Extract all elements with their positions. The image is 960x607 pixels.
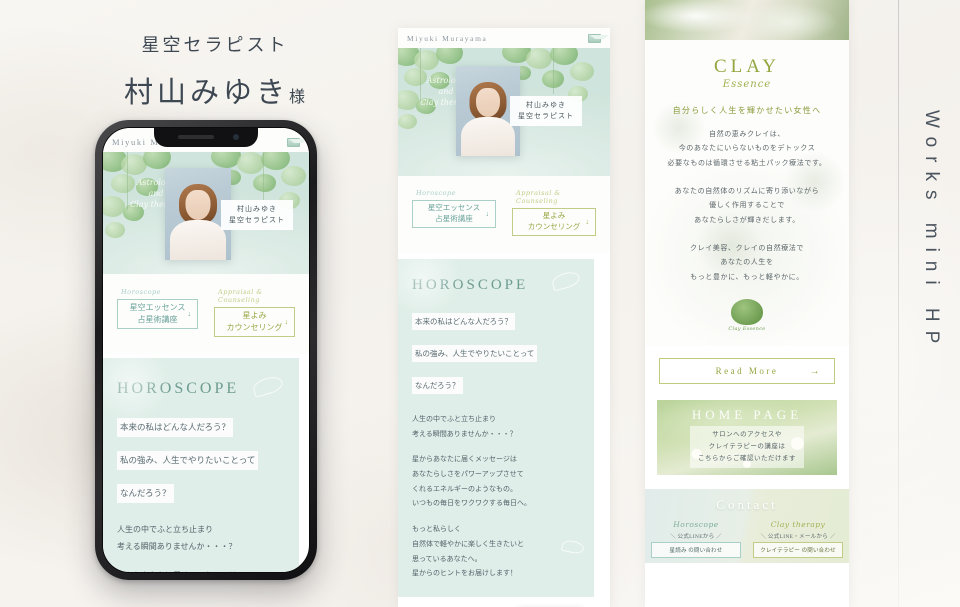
nav-button-counseling-label: 星よみ カウンセリング [226, 311, 283, 332]
clay-essence-logo: Clay Essence [726, 294, 768, 336]
contact-hint-clay: ＼ 公式LINE・メールから ／ [760, 534, 836, 541]
nav-cell-horoscope: Horoscope 星空エッセンス 占星術講座 ↓ [109, 284, 206, 346]
chevron-down-icon: ↓ [187, 309, 192, 318]
clay-body-2: あなたの自然体のリズムに寄り添いながら 優しく作用することで あなたらしさが輝き… [674, 187, 820, 224]
contact-columns: Horoscope ＼ 公式LINEから ／ 星読み の問い合わせ Clay t… [645, 520, 849, 559]
mail-icon[interactable] [287, 137, 308, 147]
site-brand: Miyuki Murayama [407, 33, 488, 43]
contact-button-horoscope[interactable]: 星読み の問い合わせ [651, 542, 741, 559]
clay-section: CLAY Essence 自分らしく人生を輝かせたい女性へ 自然の恵みクレイは、… [645, 40, 849, 346]
clay-top-photo [645, 0, 849, 40]
nav-script-horoscope: Horoscope [416, 189, 456, 197]
clay-title: CLAY [714, 56, 780, 77]
contact-column-clay: Clay therapy ＼ 公式LINE・メールから ／ クレイテラピー の問… [747, 520, 849, 559]
hero-name-card: 村山みゆき 星空セラピスト [221, 200, 293, 230]
nav-script-horoscope: Horoscope [121, 288, 161, 296]
clay-subtitle: Essence [722, 79, 772, 90]
nav-script-counseling: Appraisal & Counseling [516, 189, 561, 205]
chevron-down-icon: ↓ [585, 217, 590, 226]
client-name: 村山みゆき様 [60, 69, 370, 111]
nav-button-counseling[interactable]: 星よみ カウンセリング ↓ [214, 307, 295, 337]
horoscope-section: HOROSCOPE 本来の私はどんな人だろう？ 私の強み、人生でやりたいことって… [103, 358, 299, 572]
phone-mockup: Miyuki Murayama [95, 120, 317, 580]
client-honorific: 様 [289, 89, 307, 106]
clay-lead: 自分らしく人生を輝かせたい女性へ [672, 106, 822, 115]
read-more-button[interactable]: Read More → [659, 358, 835, 385]
image-gallery [398, 601, 610, 607]
chevron-down-icon: ↓ [284, 317, 289, 326]
works-label: Works mini HP [921, 110, 942, 353]
nav-button-horoscope[interactable]: 星空エッセンス 占星術講座 ↓ [117, 299, 198, 329]
phone-speaker [178, 135, 214, 139]
nav-button-counseling[interactable]: 星よみ カウンセリング ↓ [512, 208, 596, 236]
contact-column-horoscope: Horoscope ＼ 公式LINEから ／ 星読み の問い合わせ [645, 520, 747, 559]
contact-button-clay[interactable]: クレイテラピー の問い合わせ [753, 542, 843, 559]
contact-script-horoscope: Horoscope [673, 520, 719, 530]
nav-cell-counseling: Appraisal & Counseling 星よみ カウンセリング ↓ [206, 284, 303, 346]
homepage-banner-description: サロンへのアクセスや クレイテラピーの講座は こちらからご確認いただけます [690, 426, 804, 469]
tree-icon [731, 298, 763, 325]
contact-script-clay: Clay therapy [770, 520, 826, 530]
horoscope-section: HOROSCOPE 本来の私はどんな人だろう？ 私の強み、人生でやりたいことって… [398, 259, 594, 597]
hero-name-line1: 村山みゆき [526, 101, 566, 110]
phone-site-content: Miyuki Murayama [103, 128, 309, 572]
center-page-mockup: Miyuki Murayama Astrology and Clay thera… [398, 28, 610, 607]
phone-notch [154, 128, 258, 147]
arrow-right-icon: → [809, 365, 822, 377]
hero-section: Astrology and Clay therapy 村山みゆき 星空セラピスト [398, 48, 610, 176]
hero-name-line2: 星空セラピスト [229, 216, 285, 224]
chevron-down-icon: ↓ [485, 209, 490, 218]
horoscope-paragraph-1: 人生の中でふと立ち止まり 考える瞬間ありませんか・・・？ [117, 525, 237, 552]
portfolio-canvas: 星空セラピスト 村山みゆき様 Works mini HP Miyuki Mura… [0, 0, 960, 607]
hero-name-card: 村山みゆき 星空セラピスト [510, 96, 582, 126]
horoscope-paragraph-1: 人生の中でふと立ち止まり 考える瞬間ありませんか・・・？ [412, 415, 517, 438]
phone-screen: Miyuki Murayama [102, 127, 310, 573]
center-site-header: Miyuki Murayama [398, 28, 610, 48]
nav-script-counseling: Appraisal & Counseling [218, 288, 263, 304]
homepage-banner-title: HOME PAGE [691, 407, 803, 423]
right-page-mockup: CLAY Essence 自分らしく人生を輝かせたい女性へ 自然の恵みクレイは、… [645, 0, 849, 607]
clay-body-3: クレイ美容、クレイの自然療法で あなたの人生を もっと豊かに、もっと軽やかに。 [690, 244, 804, 281]
horoscope-paragraph-2: 星からあなたに届くメッセージは あなたらしさをパワーアップさせて くれるエネルギ… [412, 455, 531, 508]
nav-button-horoscope[interactable]: 星空エッセンス 占星術講座 ↓ [412, 200, 496, 228]
nav-buttons: Horoscope 星空エッセンス 占星術講座 ↓ Appraisal & Cou… [398, 176, 610, 253]
contact-section: Contact Horoscope ＼ 公式LINEから ／ 星読み の問い合わ… [645, 489, 849, 564]
hero-section: Astrology and Clay therapy 村山みゆき 星空セラピスト [103, 152, 309, 274]
contact-hint-horoscope: ＼ 公式LINEから ／ [670, 534, 722, 541]
nav-cell-horoscope: Horoscope 星空エッセンス 占星術講座 ↓ [404, 185, 504, 245]
vertical-divider [898, 0, 899, 607]
clay-logo-label: Clay Essence [728, 325, 766, 332]
hero-name-line2: 星空セラピスト [518, 112, 574, 120]
horoscope-highlights: 本来の私はどんな人だろう？ 私の強み、人生でやりたいことって なんだろう？ [117, 410, 285, 508]
client-name-text: 村山みゆき [123, 77, 289, 109]
horoscope-paragraph-2: 星からあなたに届くメッセージは あなたらしさをパワーアップさせて くれるエネルギ… [117, 568, 285, 572]
page-subtitle: 星空セラピスト [141, 35, 289, 55]
hero-name-line1: 村山みゆき [237, 205, 277, 214]
clay-body-1: 自然の恵みクレイは、 今のあなたにいらないものをデトックス 必要なものは循環させ… [667, 130, 827, 167]
horoscope-paragraph-3: もっと私らしく 自然体で軽やかに楽しく生きたいと 思っているあなたへ。 星からの… [412, 525, 524, 578]
homepage-banner[interactable]: HOME PAGE サロンへのアクセスや クレイテラピーの講座は こちらからご確… [657, 400, 837, 476]
nav-button-horoscope-label: 星空エッセンス 占星術講座 [129, 303, 186, 324]
read-more-label: Read More [715, 366, 779, 377]
page-title: 星空セラピスト 村山みゆき様 [60, 32, 370, 111]
phone-camera-icon [233, 134, 239, 140]
nav-cell-counseling: Appraisal & Counseling 星よみ カウンセリング ↓ [504, 185, 604, 245]
contact-title: Contact [716, 497, 778, 513]
horoscope-highlights: 本来の私はどんな人だろう？ 私の強み、人生でやりたいことって なんだろう？ [412, 304, 580, 400]
mail-icon[interactable] [588, 33, 609, 43]
nav-buttons: Horoscope 星空エッセンス 占星術講座 ↓ Appraisal & Cou… [103, 274, 309, 354]
